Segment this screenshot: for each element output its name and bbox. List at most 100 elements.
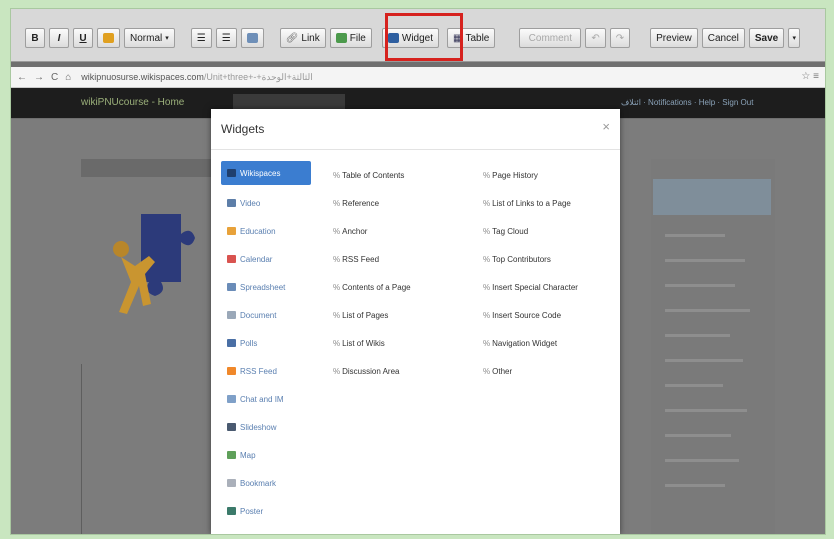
widget-option-label: Anchor bbox=[342, 226, 368, 236]
category-label: Map bbox=[240, 450, 256, 460]
widget-option-label: Discussion Area bbox=[342, 366, 400, 376]
bold-button[interactable]: B bbox=[25, 28, 45, 48]
widget-option[interactable]: % Table of Contents bbox=[333, 161, 411, 189]
widget-option[interactable]: % List of Wikis bbox=[333, 329, 411, 357]
undo-button[interactable]: ↶ bbox=[585, 28, 606, 48]
file-button[interactable]: File bbox=[329, 28, 372, 48]
home-icon[interactable]: ⌂ bbox=[65, 72, 71, 83]
widget-icon: % bbox=[483, 338, 490, 348]
image-button[interactable] bbox=[240, 28, 264, 48]
category-label: Chat and IM bbox=[240, 394, 284, 404]
category-label: RSS Feed bbox=[240, 366, 277, 376]
bullet-list-icon: ☰ bbox=[221, 32, 231, 44]
redo-button[interactable]: ↷ bbox=[609, 28, 631, 48]
widgets-modal: Widgets × Wikispaces Video Education Calend… bbox=[211, 109, 620, 534]
widget-icon: % bbox=[483, 254, 490, 264]
save-options-button[interactable]: ▾ bbox=[788, 28, 801, 48]
category-item[interactable]: Education bbox=[221, 217, 311, 245]
back-icon[interactable]: ← bbox=[17, 72, 27, 83]
widget-icon: % bbox=[333, 254, 340, 264]
widget-option[interactable]: % Top Contributors bbox=[483, 245, 578, 273]
forward-icon[interactable]: → bbox=[34, 72, 44, 83]
category-label: Calendar bbox=[240, 254, 273, 264]
widget-option-label: RSS Feed bbox=[342, 254, 380, 264]
widget-option[interactable]: % Other bbox=[483, 357, 578, 385]
category-item[interactable]: Video bbox=[221, 189, 311, 217]
style-select[interactable]: Normal ▾ bbox=[124, 28, 175, 48]
link-icon: 🔗︎ bbox=[285, 32, 299, 44]
education-icon bbox=[227, 227, 236, 235]
ordered-list-icon: ☰ bbox=[196, 32, 206, 44]
category-item[interactable]: Spreadsheet bbox=[221, 273, 311, 301]
save-button[interactable]: Save bbox=[748, 28, 785, 48]
site-search-box[interactable] bbox=[233, 94, 345, 109]
widget-icon: % bbox=[333, 338, 340, 348]
italic-button[interactable]: I bbox=[49, 28, 69, 48]
link-button[interactable]: 🔗︎ Link bbox=[279, 28, 326, 48]
url-field[interactable]: wikipnuosurse.wikispaces.com/Unit+three+… bbox=[81, 72, 312, 83]
widget-option[interactable]: % Tag Cloud bbox=[483, 217, 578, 245]
site-user-links[interactable]: ائتلاف · Notifications · Help · Sign Out bbox=[621, 98, 753, 107]
background-content-table bbox=[81, 364, 232, 534]
widget-option-label: Insert Special Character bbox=[492, 282, 578, 292]
widget-option[interactable]: % Insert Source Code bbox=[483, 301, 578, 329]
widget-option-label: Navigation Widget bbox=[492, 338, 558, 348]
category-item[interactable]: Calendar bbox=[221, 245, 311, 273]
comment-button[interactable]: Comment bbox=[519, 28, 582, 48]
file-icon bbox=[335, 33, 347, 43]
widget-option[interactable]: % Insert Special Character bbox=[483, 273, 578, 301]
widget-option-label: Other bbox=[492, 366, 513, 376]
category-item[interactable]: Document bbox=[221, 301, 311, 329]
widget-category-list: Wikispaces Video Education Calendar Spreadsh… bbox=[221, 161, 311, 525]
widget-icon: % bbox=[333, 170, 340, 180]
category-item[interactable]: Slideshow bbox=[221, 413, 311, 441]
widget-option-label: Tag Cloud bbox=[492, 226, 529, 236]
ordered-list-button[interactable]: ☰ bbox=[190, 28, 212, 48]
menu-icon[interactable]: ≡ bbox=[813, 71, 819, 82]
background-panel-line bbox=[665, 284, 735, 287]
widget-icon: % bbox=[333, 282, 340, 292]
category-item[interactable]: Poster bbox=[221, 497, 311, 525]
comment-label: Comment bbox=[528, 32, 573, 44]
widget-option[interactable]: % Contents of a Page bbox=[333, 273, 411, 301]
bullet-list-button[interactable]: ☰ bbox=[215, 28, 237, 48]
style-select-value: Normal bbox=[130, 32, 163, 44]
widget-option[interactable]: % Page History bbox=[483, 161, 578, 189]
table-label: Table bbox=[465, 32, 490, 44]
widget-icon: % bbox=[483, 282, 490, 292]
category-item[interactable]: Bookmark bbox=[221, 469, 311, 497]
category-item[interactable]: Wikispaces bbox=[221, 161, 311, 185]
cancel-button[interactable]: Cancel bbox=[701, 28, 745, 48]
background-panel-line bbox=[665, 484, 725, 487]
underline-button[interactable]: U bbox=[73, 28, 93, 48]
widget-option[interactable]: % Discussion Area bbox=[333, 357, 411, 385]
widget-icon: % bbox=[483, 226, 490, 236]
widget-option[interactable]: % RSS Feed bbox=[333, 245, 411, 273]
widget-option-label: List of Links to a Page bbox=[492, 198, 571, 208]
widget-option[interactable]: % List of Pages bbox=[333, 301, 411, 329]
widget-icon: % bbox=[483, 366, 490, 376]
category-item[interactable]: Map bbox=[221, 441, 311, 469]
site-title[interactable]: wikiPNUcourse - Home bbox=[81, 97, 184, 108]
widget-icon: % bbox=[333, 226, 340, 236]
text-color-button[interactable] bbox=[97, 28, 120, 48]
category-label: Wikispaces bbox=[240, 168, 281, 178]
widget-option-label: Top Contributors bbox=[492, 254, 551, 264]
widget-option[interactable]: % Anchor bbox=[333, 217, 411, 245]
background-panel-line bbox=[665, 409, 747, 412]
category-item[interactable]: Chat and IM bbox=[221, 385, 311, 413]
widget-icon: % bbox=[483, 170, 490, 180]
category-label: Slideshow bbox=[240, 422, 277, 432]
widget-option[interactable]: % Reference bbox=[333, 189, 411, 217]
category-label: Polls bbox=[240, 338, 258, 348]
star-icon[interactable]: ☆ bbox=[801, 71, 810, 82]
close-icon[interactable]: × bbox=[602, 119, 610, 134]
widget-option[interactable]: % List of Links to a Page bbox=[483, 189, 578, 217]
widget-list-column-1: % Table of Contents% Reference% Anchor% RSS … bbox=[333, 161, 411, 385]
background-panel-line bbox=[665, 259, 745, 262]
reload-icon[interactable]: C bbox=[51, 72, 58, 83]
widget-option[interactable]: % Navigation Widget bbox=[483, 329, 578, 357]
category-item[interactable]: Polls bbox=[221, 329, 311, 357]
preview-button[interactable]: Preview bbox=[650, 28, 698, 48]
category-item[interactable]: RSS Feed bbox=[221, 357, 311, 385]
